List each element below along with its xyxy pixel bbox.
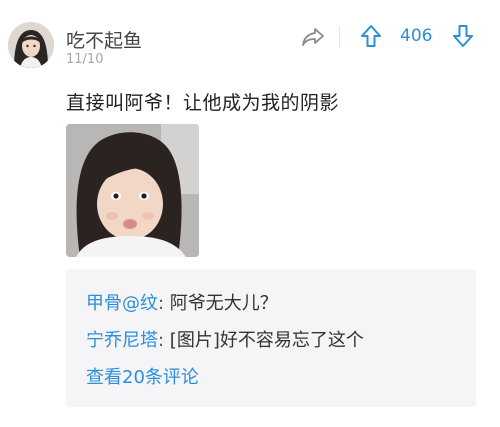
reply-text: [图片]好不容易忘了这个 [164,330,364,351]
reply-item[interactable]: 宁乔尼塔: [图片]好不容易忘了这个 [86,326,364,352]
downvote-button[interactable] [449,22,477,50]
avatar[interactable] [8,22,54,68]
reply-item[interactable]: 甲骨@纹: 阿爷无大儿？ [86,289,278,315]
girl-surprised-photo [66,124,199,257]
reply-text: 阿爷无大儿？ [164,293,278,314]
comment-image[interactable] [66,124,199,257]
reply-author[interactable]: 宁乔尼塔 [86,330,158,351]
divider [339,26,340,48]
vote-count: 406 [400,26,433,46]
arrow-down-icon [453,25,473,47]
share-button[interactable] [298,24,328,50]
reply-author[interactable]: 甲骨@纹 [86,293,158,314]
upvote-button[interactable] [357,22,385,50]
share-arrow-icon [302,28,324,46]
comment-date: 11/10 [66,52,104,67]
avatar-photo [8,22,54,68]
username[interactable]: 吃不起鱼 [66,26,142,53]
comment-text: 直接叫阿爷！让他成为我的阴影 [66,92,340,114]
view-more-comments-link[interactable]: 查看20条评论 [86,363,199,389]
arrow-up-icon [361,25,381,47]
replies-panel: 甲骨@纹: 阿爷无大儿？ 宁乔尼塔: [图片]好不容易忘了这个 查看20条评论 [66,269,476,407]
